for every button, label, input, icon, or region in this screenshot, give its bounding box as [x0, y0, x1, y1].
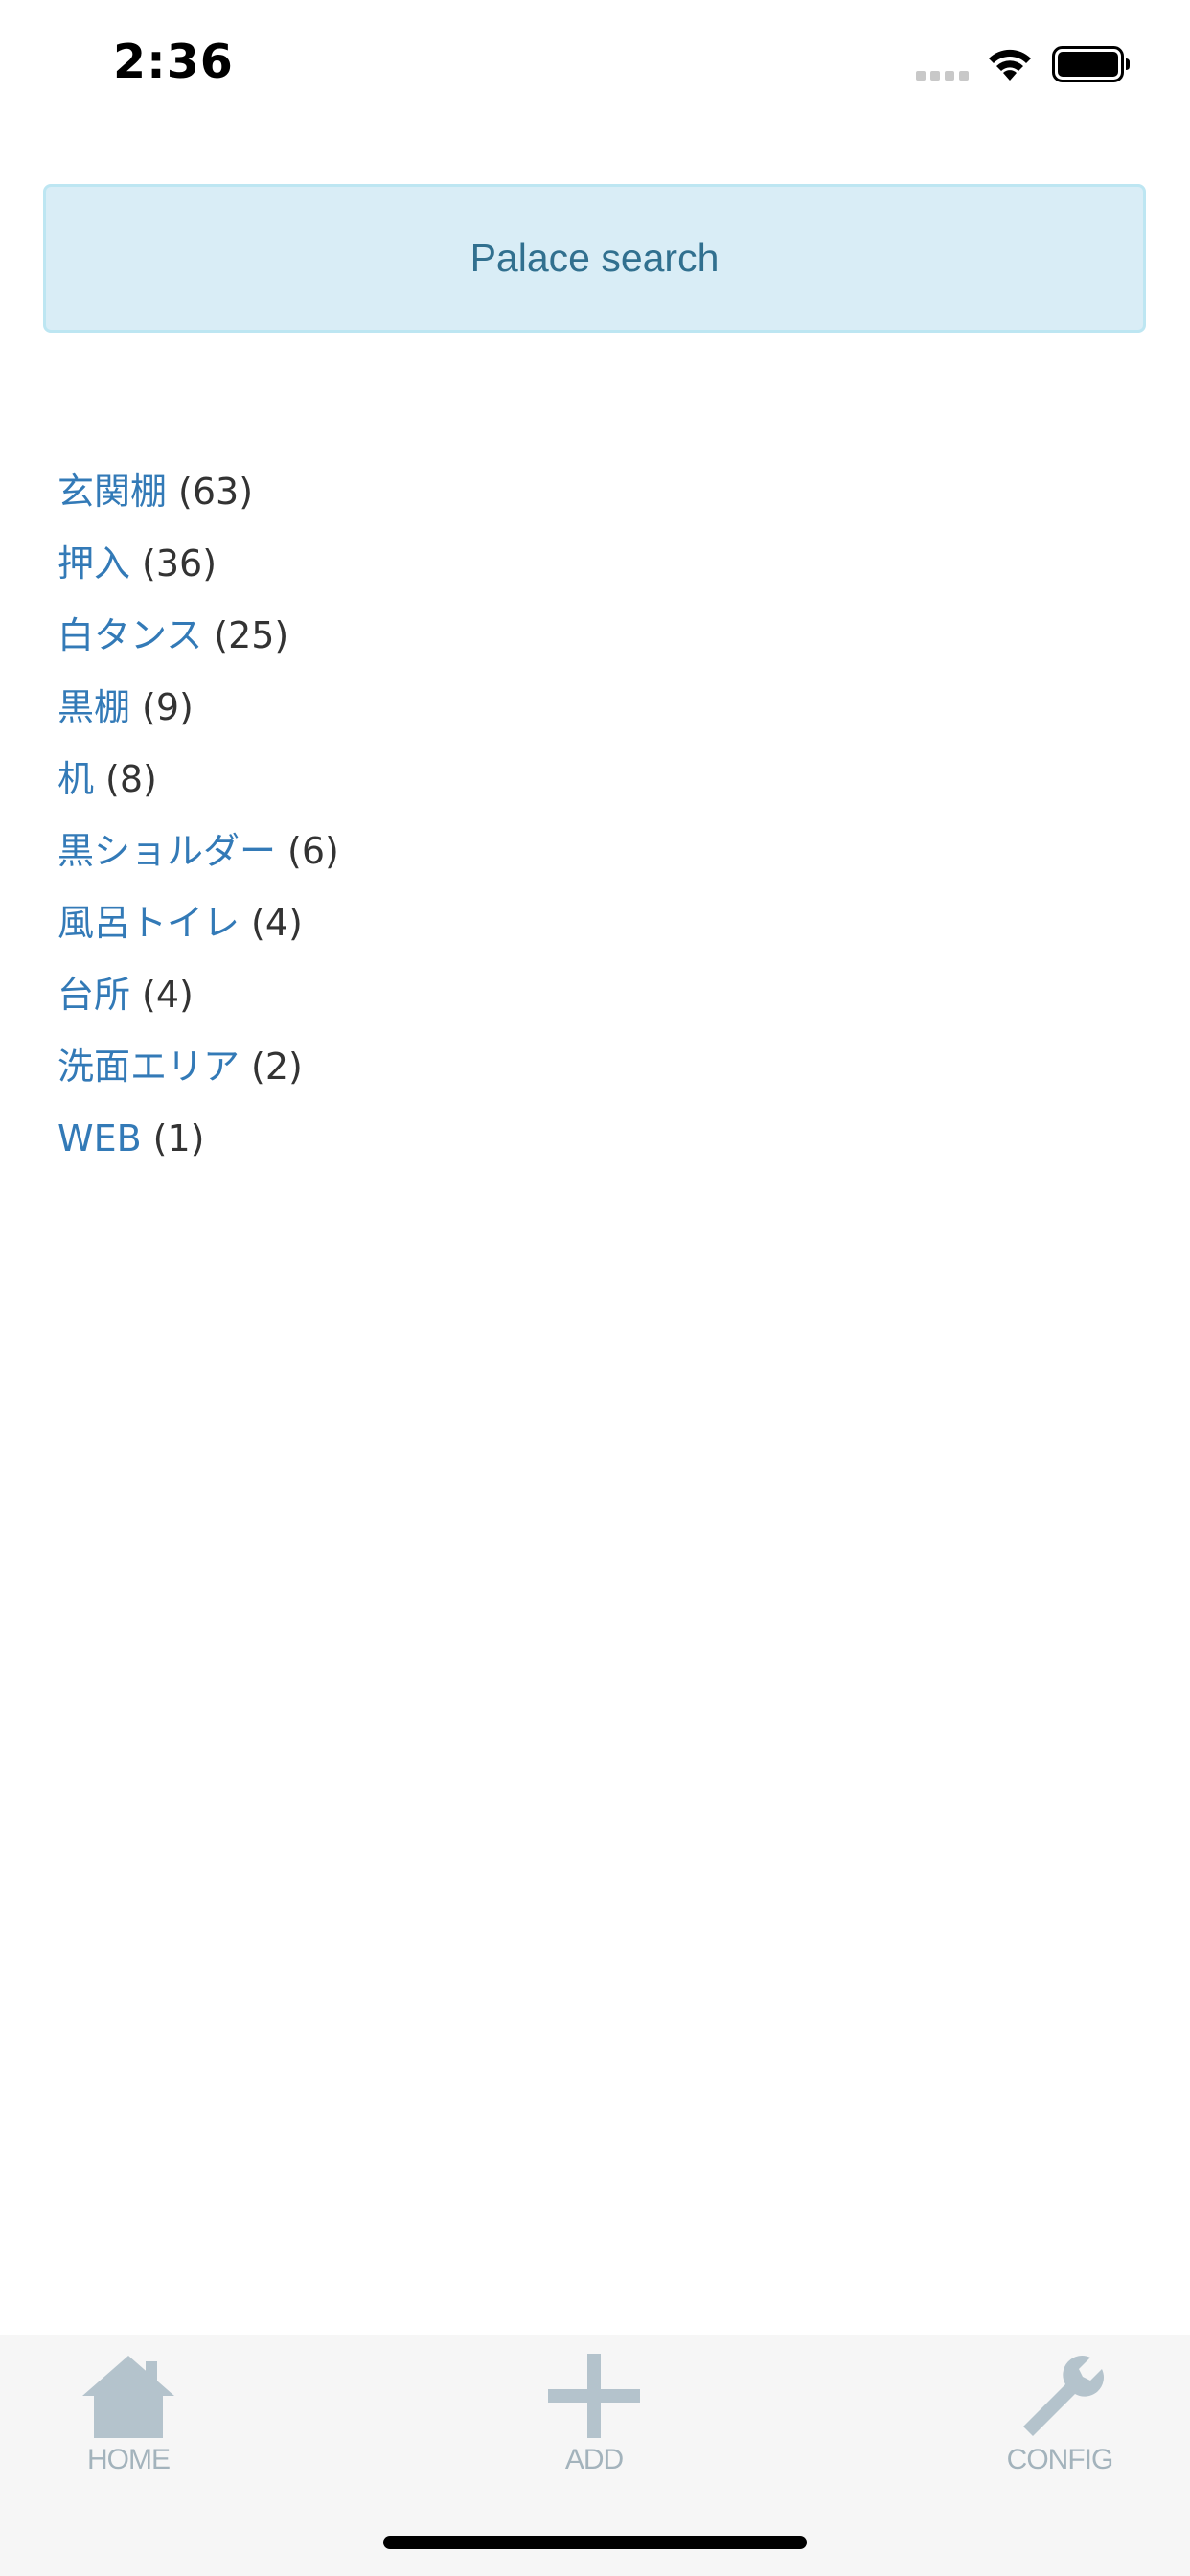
status-bar: 2:36 — [0, 0, 1190, 126]
place-count: (63) — [178, 471, 254, 513]
place-link[interactable]: 机 — [57, 744, 94, 816]
place-list: 玄関棚 (63) 押入 (36) 白タンス (25) 黒棚 (9) 机 (8) … — [57, 456, 1111, 1175]
place-link[interactable]: 黒ショルダー — [57, 816, 276, 887]
palace-search-button[interactable]: Palace search — [43, 184, 1146, 333]
tab-bar: HOME ADD CONFIG — [0, 2334, 1190, 2576]
list-item: 玄関棚 (63) — [57, 456, 1111, 528]
place-count: (2) — [251, 1046, 303, 1088]
tab-home-label: HOME — [87, 2444, 171, 2475]
place-link[interactable]: 風呂トイレ — [57, 887, 240, 959]
list-item: 机 (8) — [57, 744, 1111, 816]
place-count: (8) — [105, 758, 157, 800]
place-count: (25) — [214, 614, 289, 656]
battery-icon — [1052, 46, 1130, 82]
place-link[interactable]: WEB — [57, 1103, 142, 1175]
place-link[interactable]: 洗面エリア — [57, 1031, 240, 1103]
list-item: 風呂トイレ (4) — [57, 887, 1111, 959]
place-count: (1) — [152, 1117, 205, 1160]
plus-icon — [548, 2354, 640, 2438]
place-count: (9) — [142, 686, 194, 728]
wifi-icon — [989, 49, 1031, 80]
place-link[interactable]: 黒棚 — [57, 672, 130, 744]
home-indicator[interactable] — [383, 2536, 807, 2549]
home-icon — [82, 2356, 174, 2438]
place-link[interactable]: 白タンス — [57, 600, 202, 672]
signal-dots-icon — [916, 71, 969, 80]
tab-add-label: ADD — [564, 2444, 624, 2475]
list-item: 台所 (4) — [57, 959, 1111, 1031]
list-item: 黒棚 (9) — [57, 672, 1111, 744]
tab-config[interactable]: CONFIG — [983, 2352, 1136, 2476]
place-count: (4) — [142, 974, 194, 1016]
place-link[interactable]: 押入 — [57, 528, 130, 600]
place-count: (4) — [251, 902, 303, 944]
place-link[interactable]: 玄関棚 — [57, 456, 167, 528]
list-item: 黒ショルダー (6) — [57, 816, 1111, 887]
place-count: (36) — [142, 542, 217, 585]
tab-config-label: CONFIG — [1006, 2444, 1114, 2475]
status-time: 2:36 — [113, 34, 234, 89]
list-item: 洗面エリア (2) — [57, 1031, 1111, 1103]
list-item: 白タンス (25) — [57, 600, 1111, 672]
list-item: WEB (1) — [57, 1103, 1111, 1175]
place-count: (6) — [287, 830, 339, 872]
place-link[interactable]: 台所 — [57, 959, 130, 1031]
palace-search-label: Palace search — [469, 236, 720, 280]
tab-add[interactable]: ADD — [517, 2352, 671, 2476]
wrench-icon — [1023, 2356, 1104, 2436]
list-item: 押入 (36) — [57, 528, 1111, 600]
tab-home[interactable]: HOME — [52, 2352, 205, 2476]
